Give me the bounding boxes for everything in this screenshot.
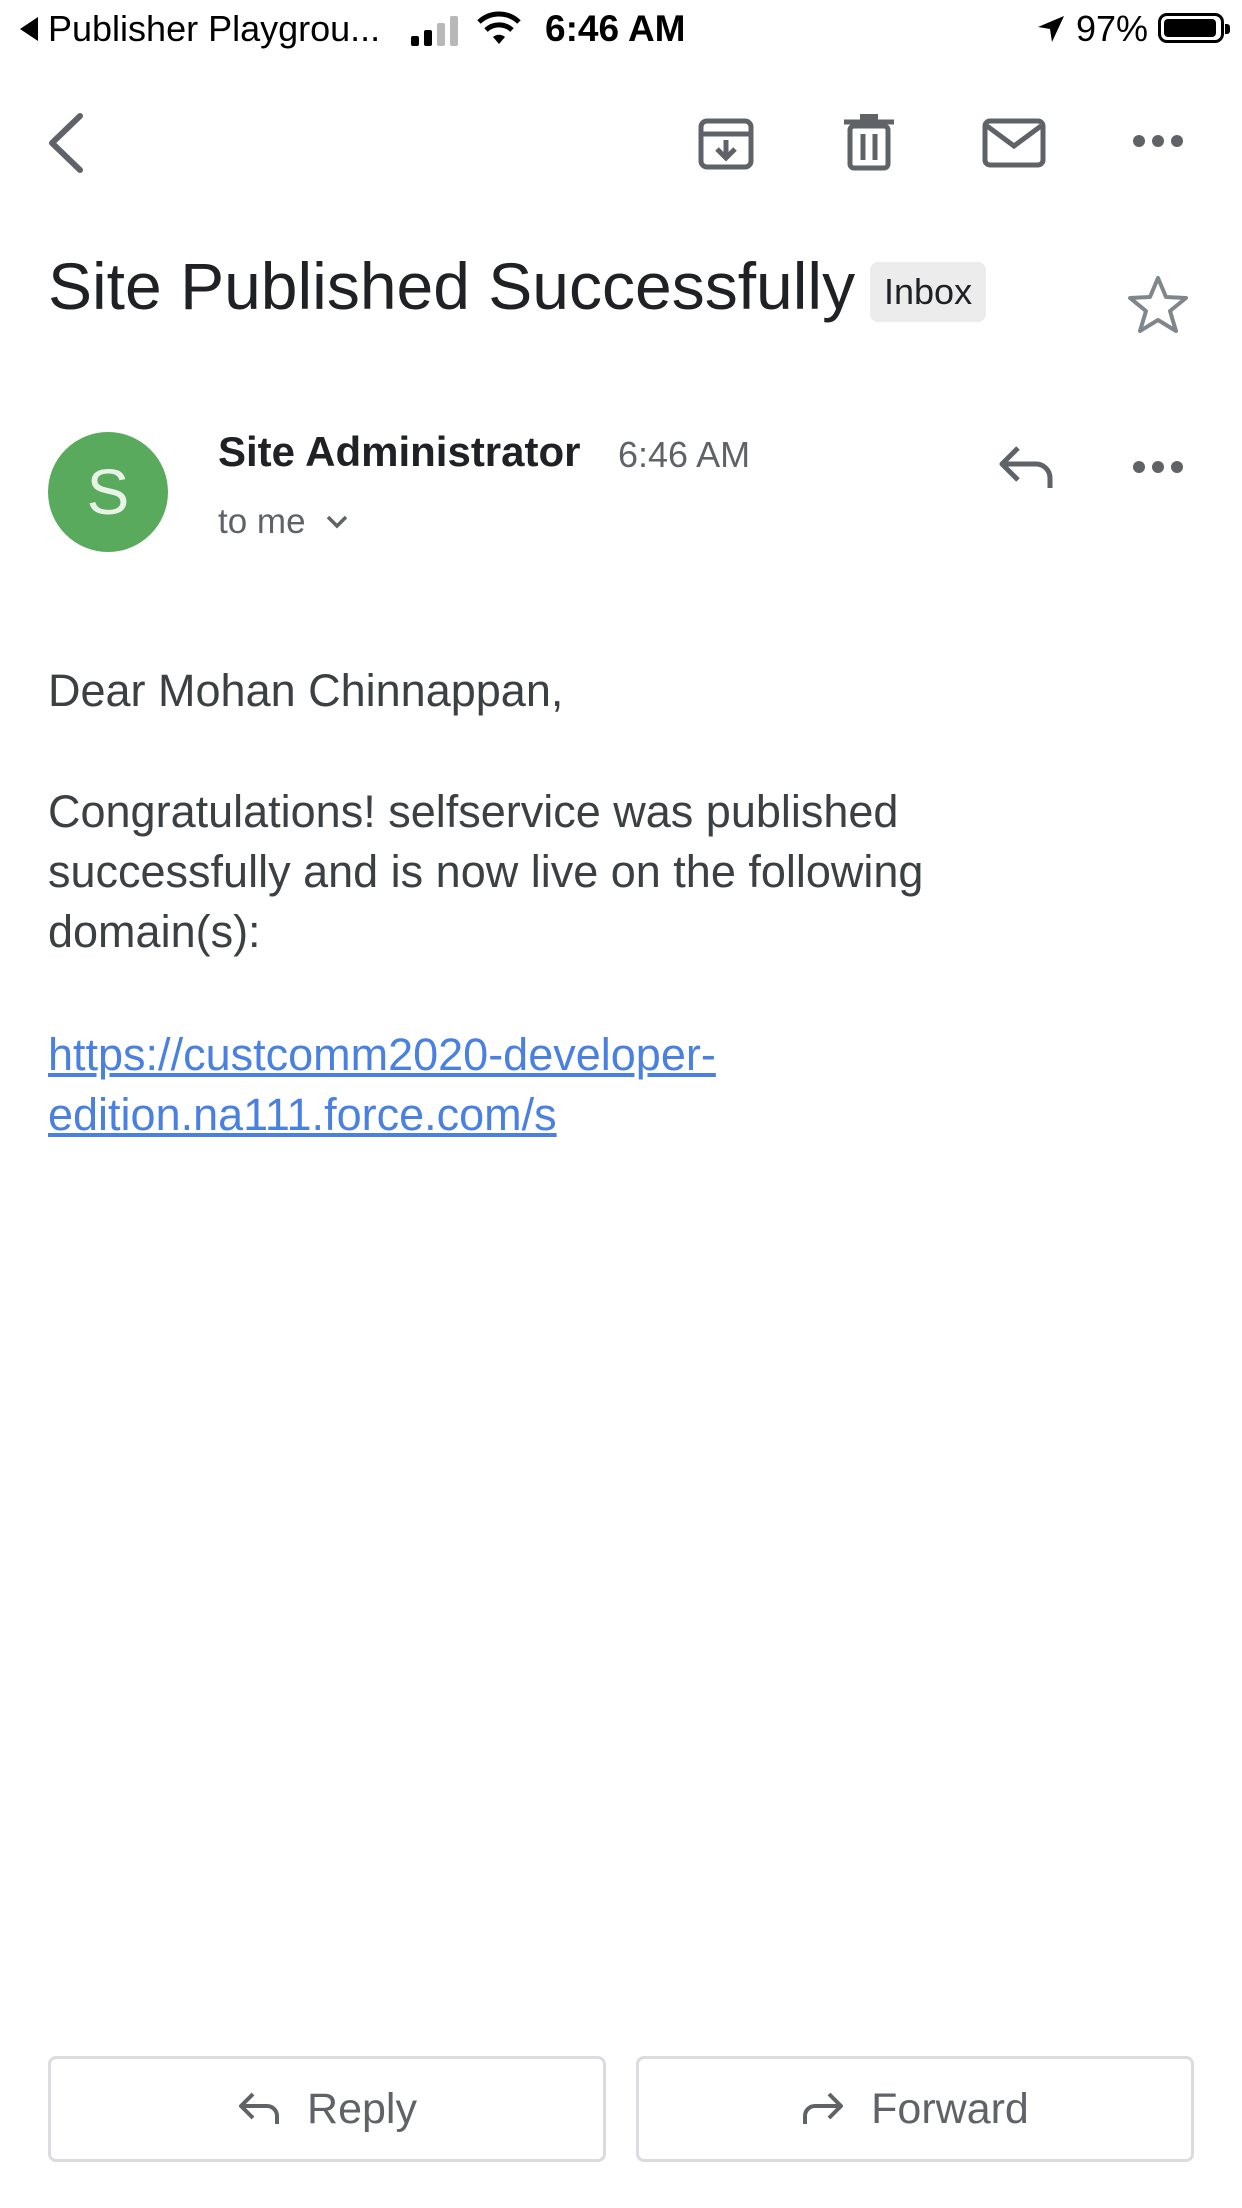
message-more-icon[interactable] [1132, 460, 1184, 474]
recipient-label: to me [218, 502, 306, 541]
recipient-toggle[interactable]: to me [218, 502, 348, 542]
body-line: domain(s): [48, 906, 261, 957]
body-line: successfully and is now live on the foll… [48, 846, 924, 897]
battery-percent: 97% [1076, 8, 1149, 49]
back-to-app[interactable]: Publisher Playgrou... [20, 8, 380, 50]
signal-icon [411, 16, 463, 46]
forward-icon [801, 2091, 845, 2127]
forward-button[interactable]: Forward [636, 2056, 1194, 2162]
mark-unread-icon[interactable] [982, 118, 1046, 168]
reply-button[interactable]: Reply [48, 2056, 606, 2162]
email-greeting: Dear Mohan Chinnappan, [48, 665, 564, 716]
location-icon [1036, 14, 1066, 44]
email-time: 6:46 AM [618, 434, 751, 475]
avatar: S [48, 432, 168, 552]
inbox-label-badge[interactable]: Inbox [870, 262, 987, 322]
link-line[interactable]: https://custcomm2020-developer- [48, 1025, 716, 1085]
domain-link[interactable]: https://custcomm2020-developer- edition.… [48, 1025, 716, 1145]
email-body: Congratulations! selfservice was publish… [48, 782, 923, 962]
forward-label: Forward [871, 2084, 1029, 2133]
sender-name: Site Administrator [218, 428, 581, 475]
back-arrow-icon[interactable] [44, 110, 88, 176]
chevron-down-icon [326, 515, 348, 529]
archive-icon[interactable] [696, 114, 756, 174]
star-icon[interactable] [1126, 274, 1190, 336]
status-bar: Publisher Playgrou... 6:46 AM 97% [0, 0, 1242, 62]
status-time: 6:46 AM [545, 8, 686, 49]
wifi-icon [476, 10, 522, 46]
reply-icon[interactable] [996, 444, 1056, 490]
link-line[interactable]: edition.na111.force.com/s [48, 1085, 716, 1145]
battery-icon [1158, 13, 1230, 43]
back-app-label: Publisher Playgrou... [48, 8, 381, 49]
more-icon[interactable] [1132, 134, 1184, 148]
back-triangle-icon [20, 17, 38, 41]
body-line: Congratulations! selfservice was publish… [48, 786, 899, 837]
reply-icon [237, 2091, 281, 2127]
delete-icon[interactable] [842, 112, 896, 172]
reply-label: Reply [307, 2084, 417, 2133]
email-subject: Site Published Successfully [48, 249, 856, 323]
